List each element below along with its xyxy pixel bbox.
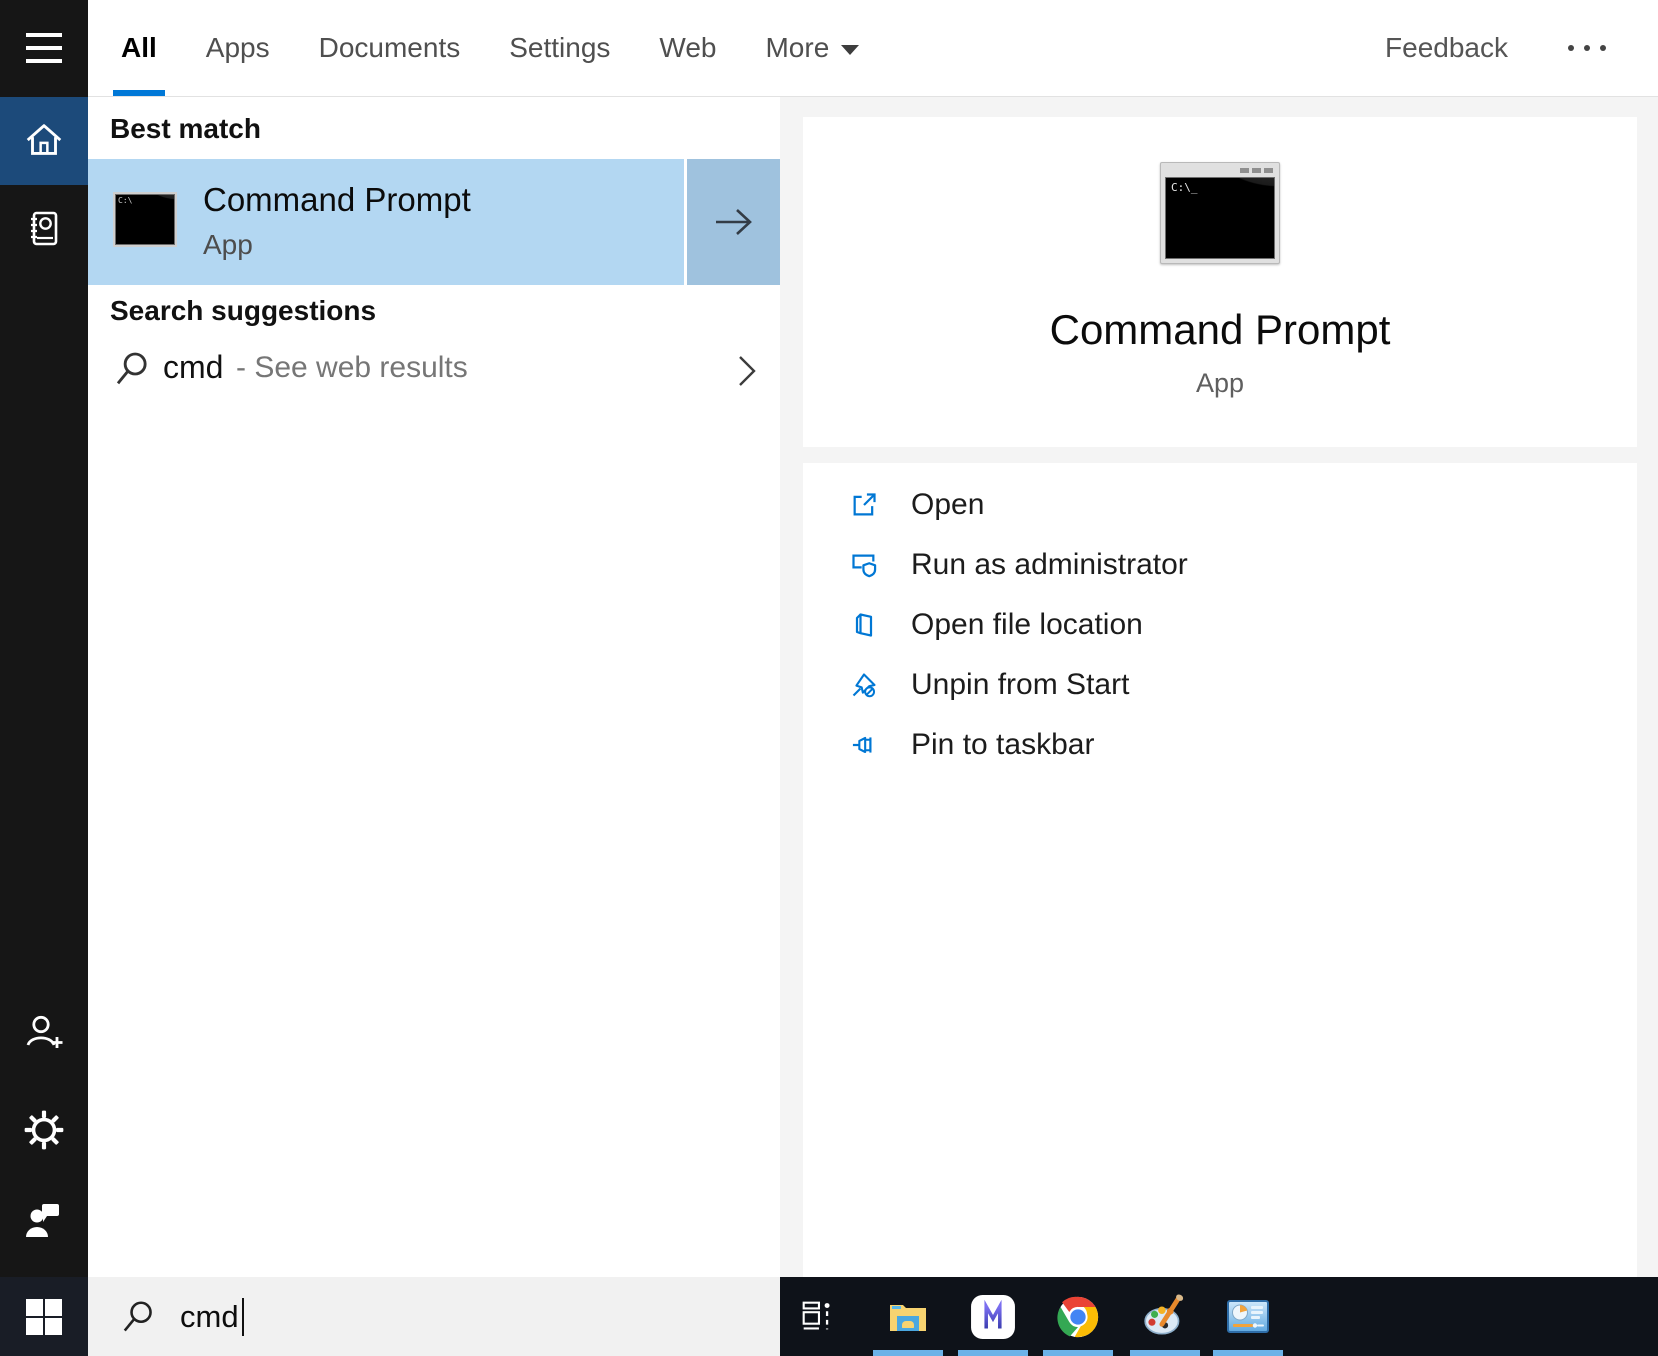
tab-web[interactable]: Web [659, 0, 716, 96]
search-suggestions-header: Search suggestions [110, 295, 376, 327]
suggestion-query: cmd [163, 349, 223, 386]
taskbar-file-explorer[interactable] [865, 1277, 951, 1356]
run-admin-shield-icon [850, 551, 878, 579]
best-match-type: App [203, 229, 253, 261]
running-indicator-paint [1130, 1350, 1200, 1356]
search-icon [113, 349, 153, 389]
hamburger-icon [26, 33, 62, 63]
search-icon [120, 1298, 158, 1336]
action-open-file-location[interactable]: Open file location [803, 595, 1637, 655]
window-titlebar [1165, 166, 1275, 176]
gear-icon [21, 1107, 67, 1153]
action-open[interactable]: Open [803, 475, 1637, 535]
best-match-result-command-prompt[interactable]: C:\ Command Prompt App [88, 159, 780, 285]
task-view-button[interactable] [775, 1277, 861, 1356]
running-indicator-system-configuration [1213, 1350, 1283, 1356]
taskbar: cmd [0, 1277, 1658, 1356]
action-unpin-from-start[interactable]: Unpin from Start [803, 655, 1637, 715]
preview-app-title: Command Prompt [1050, 306, 1391, 354]
taskbar-paint[interactable] [1122, 1277, 1208, 1356]
preview-header-card: C:\_ Command Prompt App [803, 117, 1637, 447]
tab-apps[interactable]: Apps [206, 0, 270, 96]
suggestion-row-cmd[interactable]: cmd - See web results [88, 335, 780, 407]
best-match-header: Best match [110, 113, 261, 145]
preview-app-type: App [1196, 368, 1244, 399]
tab-documents[interactable]: Documents [319, 0, 461, 96]
chevron-right-icon [736, 353, 758, 389]
arrow-right-icon [712, 205, 756, 239]
search-filter-tabs: All Apps Documents Settings Web More Fee… [88, 0, 1658, 97]
windows-logo-icon [25, 1298, 63, 1336]
file-explorer-icon [885, 1294, 931, 1340]
open-icon [850, 491, 878, 519]
notebook-icon [22, 207, 66, 251]
preview-pane: C:\_ Command Prompt App Open Run as admi… [780, 97, 1658, 1277]
task-view-icon [797, 1296, 839, 1338]
more-options-ellipsis-icon[interactable] [1568, 45, 1606, 51]
taskbar-search-box[interactable]: cmd [88, 1277, 780, 1356]
text-caret [242, 1298, 244, 1336]
m-app-icon [970, 1294, 1016, 1340]
command-prompt-large-icon: C:\_ [1160, 162, 1280, 264]
preview-actions-card: Open Run as administrator Open file loca… [803, 463, 1637, 1277]
paint-icon [1141, 1293, 1189, 1341]
sidebar-item-notebook[interactable] [0, 185, 88, 273]
expand-preview-arrow-button[interactable] [684, 159, 780, 285]
person-add-icon [21, 1010, 67, 1056]
command-prompt-icon: C:\ [113, 192, 177, 247]
search-results-panel: Best match C:\ Command Prompt App Search… [88, 97, 780, 1277]
chrome-icon [1055, 1294, 1101, 1340]
search-input-value: cmd [180, 1299, 239, 1335]
tab-settings[interactable]: Settings [509, 0, 610, 96]
pin-icon [850, 731, 878, 759]
sidebar-item-home[interactable] [0, 97, 88, 185]
best-match-title: Command Prompt [203, 181, 471, 219]
running-indicator-chrome [1043, 1350, 1113, 1356]
system-configuration-icon [1225, 1294, 1271, 1340]
taskbar-chrome[interactable] [1035, 1277, 1121, 1356]
tab-all[interactable]: All [121, 0, 157, 96]
action-pin-to-taskbar[interactable]: Pin to taskbar [803, 715, 1637, 775]
start-button[interactable] [0, 1277, 88, 1356]
tab-all-label: All [121, 32, 157, 64]
chevron-down-icon [841, 45, 859, 55]
feedback-link[interactable]: Feedback [1385, 32, 1508, 64]
hamburger-menu-button[interactable] [0, 4, 88, 92]
taskbar-system-configuration[interactable] [1205, 1277, 1291, 1356]
unpin-icon [850, 671, 878, 699]
sidebar-item-feedback[interactable] [0, 1178, 88, 1266]
suggestion-hint: - See web results [236, 351, 468, 385]
taskbar-m-app[interactable] [950, 1277, 1036, 1356]
file-location-icon [850, 611, 878, 639]
person-feedback-icon [21, 1199, 67, 1245]
search-flyout-sidebar [0, 0, 88, 1277]
sidebar-item-add-account[interactable] [0, 989, 88, 1077]
tab-more[interactable]: More [765, 0, 859, 96]
action-run-as-administrator[interactable]: Run as administrator [803, 535, 1637, 595]
running-indicator-file-explorer [873, 1350, 943, 1356]
home-icon [21, 118, 67, 164]
active-tab-underline [113, 90, 165, 96]
running-indicator-m-app [958, 1350, 1028, 1356]
sidebar-item-settings[interactable] [0, 1086, 88, 1174]
